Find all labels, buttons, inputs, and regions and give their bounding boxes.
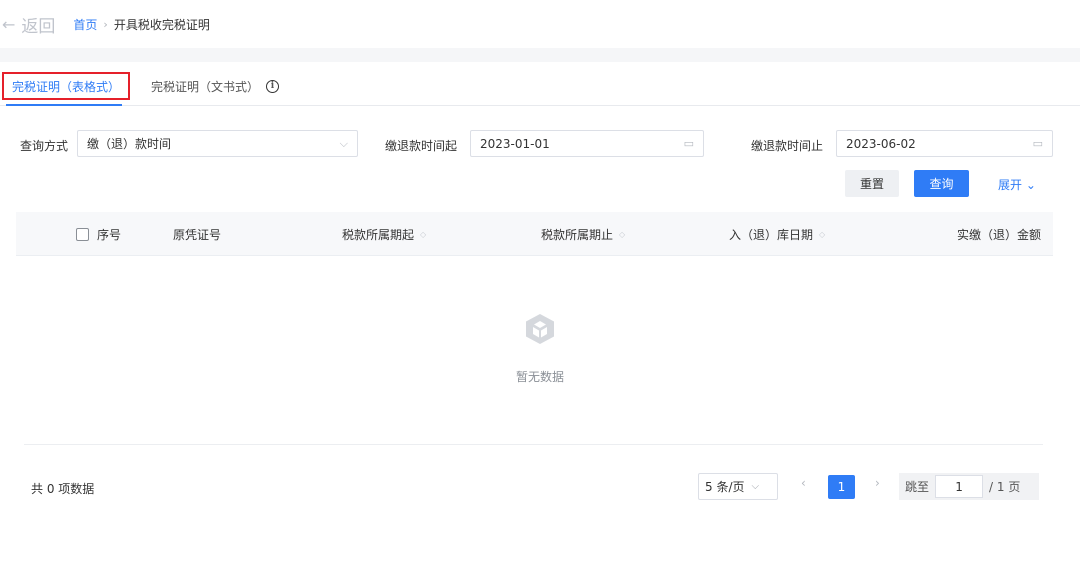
breadcrumb-current: 开具税收完税证明 (113, 17, 210, 32)
column-period-start[interactable]: 税款所属期起 ◇ (342, 212, 426, 256)
sort-icon[interactable]: ◇ (619, 230, 625, 239)
start-date-value: 2023-01-01 (480, 136, 550, 151)
arrow-left-icon: ← (2, 14, 16, 34)
jump-input[interactable]: 1 (935, 475, 984, 498)
page-size-value: 5 条/页 (705, 480, 745, 494)
start-date-label: 缴退款时间起 (385, 139, 458, 153)
empty-text: 暂无数据 (515, 370, 564, 384)
chevron-down-icon: ⌄ (1022, 178, 1036, 192)
page-1-button[interactable]: 1 (828, 475, 855, 499)
page-jumper: 跳至 1 / 1 页 (899, 473, 1039, 500)
tab-document-format[interactable]: 完税证明（文书式） i (151, 72, 280, 100)
info-icon[interactable]: i (266, 79, 280, 93)
tab-document-format-label: 完税证明（文书式） (151, 79, 260, 94)
start-date-input[interactable]: 2023-01-01 ▭ (470, 130, 704, 157)
reset-button-label: 重置 (859, 177, 884, 191)
query-method-row: 查询方式 (20, 137, 68, 154)
active-tab-underline (6, 104, 122, 106)
column-period-start-label: 税款所属期起 (342, 227, 415, 242)
breadcrumb-home[interactable]: 首页 (73, 16, 97, 33)
start-date-row: 缴退款时间起 (385, 137, 457, 154)
query-button-label: 查询 (929, 177, 954, 191)
reset-button[interactable]: 重置 (845, 170, 899, 197)
divider (24, 444, 1043, 445)
sort-icon[interactable]: ◇ (420, 230, 426, 239)
select-all-checkbox[interactable] (76, 227, 89, 241)
column-voucher: 原凭证号 (173, 212, 221, 256)
calendar-icon: ▭ (683, 137, 694, 150)
next-page-button[interactable]: › (875, 476, 880, 490)
breadcrumb: 首页 › 开具税收完税证明 (73, 16, 209, 33)
column-period-end-label: 税款所属期止 (541, 227, 614, 242)
column-index: 序号 (76, 212, 121, 256)
tab-table-format[interactable]: 完税证明（表格式） (2, 72, 130, 100)
column-amount-label: 实缴（退）金额 (957, 227, 1042, 242)
empty-box-icon (526, 314, 554, 344)
table-header: 序号 原凭证号 税款所属期起 ◇ 税款所属期止 ◇ 入（退）库日期 ◇ 实缴（退… (16, 212, 1053, 256)
top-bar: ← 返回 首页 › 开具税收完税证明 (0, 0, 1080, 48)
expand-button[interactable]: 展开 ⌄ (998, 176, 1036, 193)
tab-table-format-label: 完税证明（表格式） (11, 79, 120, 94)
column-voucher-label: 原凭证号 (173, 227, 222, 242)
page-size-select[interactable]: 5 条/页 ⌵ (698, 473, 778, 500)
chevron-down-icon: ⌵ (751, 481, 760, 492)
column-warehouse-date-label: 入（退）库日期 (729, 227, 814, 242)
back-button[interactable]: ← 返回 (2, 12, 55, 37)
query-method-select[interactable]: 缴（退）款时间 ⌵ (77, 130, 358, 157)
back-label: 返回 (21, 16, 56, 37)
tab-bar: 完税证明（表格式） 完税证明（文书式） i (0, 62, 1080, 106)
sort-icon[interactable]: ◇ (819, 230, 825, 239)
expand-label: 展开 (998, 178, 1023, 192)
total-count: 共 0 项数据 (31, 482, 95, 496)
column-index-label: 序号 (97, 227, 122, 242)
query-button[interactable]: 查询 (914, 170, 969, 197)
query-method-value: 缴（退）款时间 (87, 137, 172, 151)
main-panel: 完税证明（表格式） 完税证明（文书式） i 查询方式 缴（退）款时间 ⌵ 缴退款… (0, 62, 1080, 568)
prev-page-button[interactable]: ‹ (801, 476, 806, 490)
column-amount: 实缴（退）金额 (957, 212, 1041, 256)
chevron-right-icon: › (103, 17, 108, 31)
chevron-down-icon: ⌵ (339, 136, 348, 150)
column-warehouse-date[interactable]: 入（退）库日期 ◇ (729, 212, 825, 256)
calendar-icon: ▭ (1032, 137, 1043, 150)
jump-label: 跳至 (905, 480, 930, 494)
query-method-label: 查询方式 (20, 139, 69, 153)
end-date-label: 缴退款时间止 (751, 139, 824, 153)
page-suffix: / 1 页 (989, 480, 1021, 494)
empty-state: 暂无数据 (0, 312, 1080, 385)
column-period-end[interactable]: 税款所属期止 ◇ (541, 212, 625, 256)
end-date-input[interactable]: 2023-06-02 ▭ (836, 130, 1053, 157)
end-date-row: 缴退款时间止 (751, 137, 823, 154)
end-date-value: 2023-06-02 (846, 136, 916, 151)
